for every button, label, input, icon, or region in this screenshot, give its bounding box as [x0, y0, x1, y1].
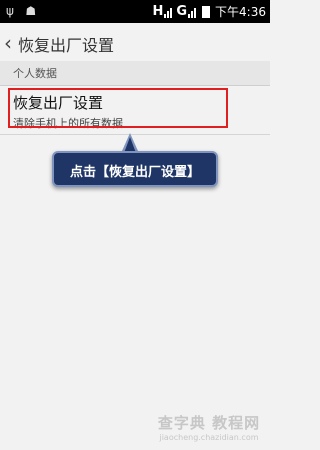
clock: 下午4:36: [215, 5, 266, 19]
callout-text: 点击【恢复出厂设置】: [69, 165, 200, 180]
watermark-main: 查字典 教程网: [157, 414, 261, 432]
back-arrow-icon[interactable]: ‹: [4, 31, 12, 55]
status-bar: ψ ☗ H G 下午4:36: [0, 0, 270, 23]
factory-reset-item[interactable]: 恢复出厂设置 清除手机上的所有数据: [0, 86, 270, 135]
section-header-label: 个人数据: [13, 67, 57, 80]
factory-reset-subtitle: 清除手机上的所有数据: [13, 117, 123, 130]
network-type-g: G: [176, 4, 187, 19]
instruction-callout: 点击【恢复出厂设置】: [52, 151, 218, 187]
watermark: 查字典 教程网 jiaocheng.chazidian.com: [150, 412, 268, 446]
page-title[interactable]: 恢复出厂设置: [18, 32, 114, 56]
watermark-sub: jiaocheng.chazidian.com: [159, 433, 259, 442]
battery-icon: [202, 5, 211, 18]
signal-bars-icon-2: [188, 6, 198, 18]
action-bar: ‹ 恢复出厂设置: [0, 23, 270, 62]
status-left: ψ ☗: [6, 4, 44, 18]
factory-reset-title: 恢复出厂设置: [13, 94, 104, 112]
network-type-h: H: [152, 4, 163, 19]
status-right: H G 下午4:36: [152, 3, 266, 20]
section-header-personal-data: 个人数据: [0, 61, 270, 86]
usb-icon: ψ: [6, 4, 14, 18]
signal-bars-icon: [164, 6, 174, 18]
android-icon: ☗: [25, 4, 37, 18]
